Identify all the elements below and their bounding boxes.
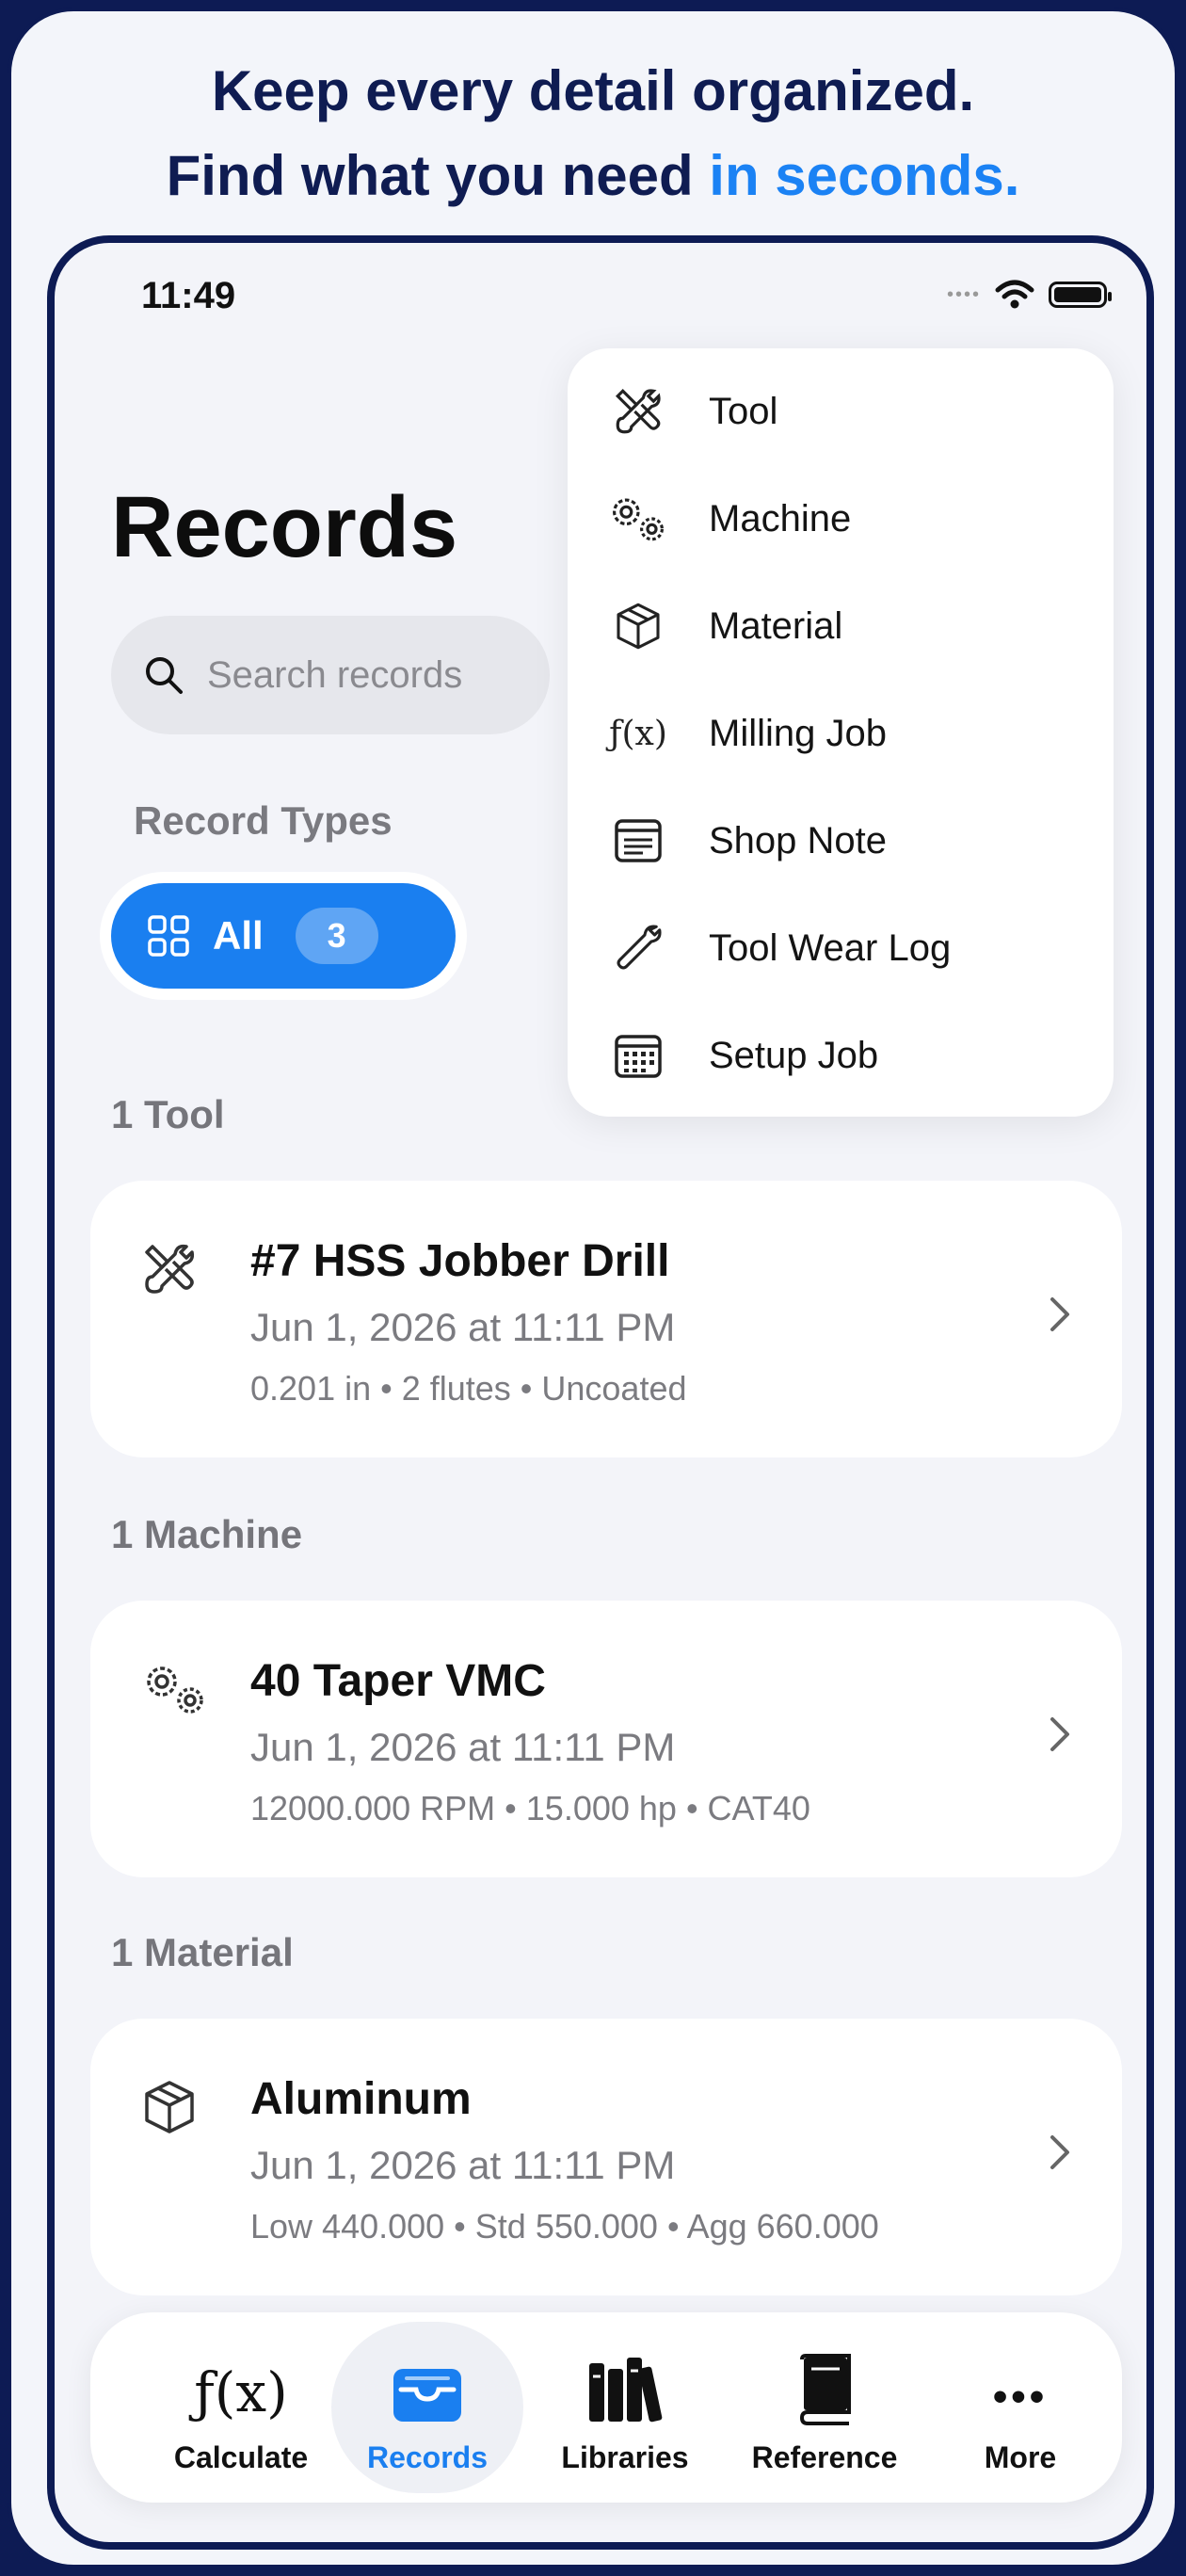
page-title: Records <box>111 479 458 575</box>
wrench-icon <box>617 925 662 970</box>
menu-item-label: Material <box>709 604 843 647</box>
status-time: 11:49 <box>141 275 236 316</box>
section-heading-tool: 1 Tool <box>111 1092 225 1136</box>
note-icon <box>615 819 662 862</box>
record-meta: 0.201 in • 2 flutes • Uncoated <box>250 1369 687 1408</box>
menu-item-label: Milling Job <box>709 712 887 754</box>
promo-frame: Keep every detail organized. Find what y… <box>8 8 1178 2568</box>
tab-more[interactable]: ••• More <box>926 2322 1114 2493</box>
menu-item-label: Tool <box>709 390 778 432</box>
tab-libraries[interactable]: Libraries <box>531 2322 719 2493</box>
wifi-icon <box>995 280 1034 309</box>
menu-item-label: Machine <box>709 497 852 539</box>
tab-label: Reference <box>751 2440 898 2474</box>
headline-line-2-prefix: Find what you need <box>166 144 710 207</box>
record-card-machine[interactable]: 40 Taper VMC Jun 1, 2026 at 11:11 PM 120… <box>90 1601 1122 1877</box>
headline-line-2: Find what you need in seconds. <box>11 134 1175 218</box>
grid-icon <box>148 915 189 957</box>
tab-records[interactable]: Records <box>333 2322 521 2493</box>
menu-item-machine[interactable]: Machine <box>568 465 1114 572</box>
tab-bar: ƒ(x) Calculate Records Libraries Referen… <box>90 2312 1122 2503</box>
search-placeholder: Search records <box>207 653 463 696</box>
record-types-label: Record Types <box>134 798 393 843</box>
tool-icon <box>616 389 661 434</box>
record-date: Jun 1, 2026 at 11:11 PM <box>250 1305 676 1349</box>
record-date: Jun 1, 2026 at 11:11 PM <box>250 1725 676 1769</box>
tab-label: Libraries <box>561 2440 689 2474</box>
menu-item-label: Tool Wear Log <box>709 926 952 969</box>
add-record-menu: Tool Machine Material ƒ(x) Milling Job S… <box>568 348 1114 1117</box>
section-heading-machine: 1 Machine <box>111 1512 303 1556</box>
chevron-right-icon <box>1050 1297 1069 1331</box>
filter-chip-all[interactable]: All 3 <box>111 883 456 989</box>
menu-item-milling-job[interactable]: ƒ(x) Milling Job <box>568 680 1114 787</box>
menu-item-tool-wear-log[interactable]: Tool Wear Log <box>568 894 1114 1002</box>
tab-label: Calculate <box>173 2440 309 2474</box>
menu-item-setup-job[interactable]: Setup Job <box>568 1002 1114 1109</box>
tab-label: Records <box>366 2440 489 2474</box>
record-date: Jun 1, 2026 at 11:11 PM <box>250 2143 676 2187</box>
signal-icon: •••• <box>946 283 981 305</box>
ellipsis-icon: ••• <box>992 2374 1049 2420</box>
headline-line-1: Keep every detail organized. <box>211 59 975 122</box>
menu-item-label: Shop Note <box>709 819 888 861</box>
record-name: 40 Taper VMC <box>250 1656 546 1706</box>
menu-item-label: Setup Job <box>709 1034 879 1076</box>
cube-icon <box>617 603 660 650</box>
record-card-material[interactable]: Aluminum Jun 1, 2026 at 11:11 PM Low 440… <box>90 2019 1122 2295</box>
status-indicators: •••• <box>946 279 1112 311</box>
calendar-icon <box>615 1035 662 1078</box>
record-meta: 12000.000 RPM • 15.000 hp • CAT40 <box>250 1789 810 1827</box>
tab-label: More <box>984 2440 1057 2474</box>
filter-chip-label: All <box>213 913 264 958</box>
tab-reference[interactable]: Reference <box>730 2322 919 2493</box>
search-icon <box>146 657 183 694</box>
record-name: #7 HSS Jobber Drill <box>250 1236 670 1286</box>
filter-chip-count: 3 <box>295 908 378 964</box>
phone-screen: 11:49 •••• Records Search records Record… <box>47 235 1154 2550</box>
record-meta: Low 440.000 • Std 550.000 • Agg 660.000 <box>250 2207 879 2246</box>
menu-item-shop-note[interactable]: Shop Note <box>568 787 1114 894</box>
battery-icon <box>1049 282 1112 308</box>
record-card-tool[interactable]: #7 HSS Jobber Drill Jun 1, 2026 at 11:11… <box>90 1181 1122 1457</box>
cube-icon <box>145 2081 194 2133</box>
menu-item-tool[interactable]: Tool <box>568 358 1114 465</box>
chevron-right-icon <box>1050 2135 1069 2169</box>
gears-icon <box>147 1666 203 1714</box>
menu-item-material[interactable]: Material <box>568 572 1114 680</box>
tool-icon <box>145 1244 195 1294</box>
gears-icon <box>613 498 664 541</box>
record-name: Aluminum <box>250 2074 472 2124</box>
function-icon: ƒ(x) <box>609 714 667 753</box>
section-heading-material: 1 Material <box>111 1930 294 1974</box>
chevron-right-icon <box>1050 1717 1069 1751</box>
search-input[interactable]: Search records <box>111 616 550 734</box>
headline-line-2-accent: in seconds. <box>709 144 1020 207</box>
tray-icon <box>393 2369 461 2422</box>
tab-calculate[interactable]: ƒ(x) Calculate <box>147 2322 335 2493</box>
books-icon <box>589 2358 663 2423</box>
function-icon: ƒ(x) <box>194 2360 288 2424</box>
book-icon <box>799 2354 851 2425</box>
